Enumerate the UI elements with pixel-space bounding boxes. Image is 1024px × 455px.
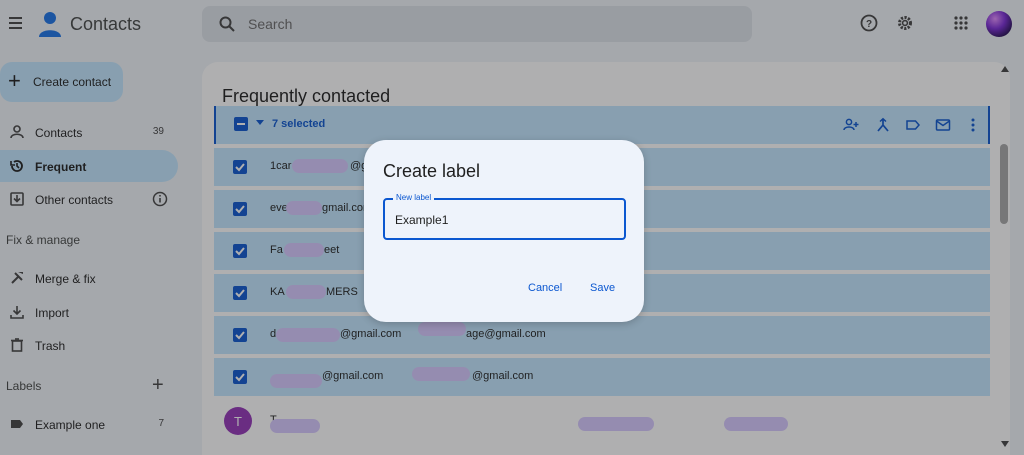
dialog-title: Create label xyxy=(383,161,481,181)
cancel-button[interactable]: Cancel xyxy=(528,282,562,294)
new-label-input[interactable] xyxy=(395,212,615,228)
new-label-field-label: New label xyxy=(393,193,435,202)
save-button[interactable]: Save xyxy=(590,282,615,294)
new-label-field[interactable]: New label xyxy=(383,193,626,240)
create-label-dialog: Create label New label Cancel Save xyxy=(364,140,644,322)
